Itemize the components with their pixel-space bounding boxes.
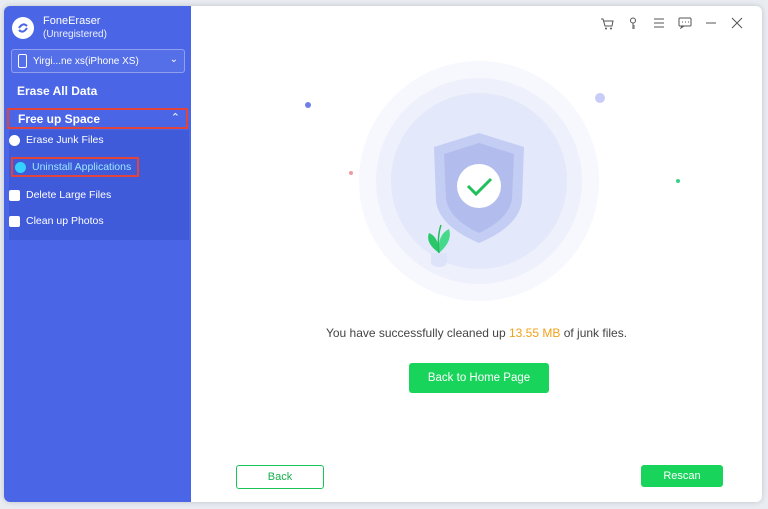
brand: FoneEraser (Unregistered) (12, 15, 107, 41)
chevron-up-icon: ⌃ (170, 112, 180, 124)
back-button[interactable]: Back (236, 465, 324, 489)
app-name: FoneEraser (43, 15, 101, 27)
decor-dot (676, 179, 680, 183)
sidebar: FoneEraser (Unregistered) Yirgi...ne xs(… (4, 6, 191, 502)
back-to-home-button[interactable]: Back to Home Page (409, 363, 549, 393)
chevron-down-icon: ⌄ (169, 54, 178, 65)
sidebar-item-erase-all-data[interactable]: Erase All Data (17, 84, 97, 98)
sidebar-item-label: Uninstall Applications (32, 161, 132, 173)
result-prefix: You have successfully cleaned up (325, 326, 506, 340)
rescan-button[interactable]: Rescan (641, 465, 723, 487)
device-selector[interactable]: Yirgi...ne xs(iPhone XS) ⌄ (11, 49, 185, 73)
sidebar-item-free-up-space[interactable]: Free up Space ⌃ (7, 108, 188, 129)
free-up-space-label: Free up Space (18, 111, 101, 126)
photo-icon (9, 215, 20, 227)
shield-success-illustration (359, 61, 599, 301)
app-store-icon (15, 161, 26, 173)
cleaned-size: 13.55 MB (508, 326, 561, 340)
sidebar-item-erase-junk-files[interactable]: Erase Junk Files (9, 134, 104, 146)
main-content: You have successfully cleaned up 13.55 M… (191, 6, 762, 502)
sidebar-item-label: Delete Large Files (26, 189, 112, 201)
sidebar-item-clean-up-photos[interactable]: Clean up Photos (9, 215, 104, 227)
app-window: FoneEraser (Unregistered) Yirgi...ne xs(… (4, 6, 762, 502)
result-suffix: of junk files. (563, 326, 628, 340)
registration-status: (Unregistered) (43, 29, 107, 40)
fone-eraser-logo-icon (12, 17, 34, 39)
sidebar-item-label: Erase Junk Files (26, 134, 104, 146)
result-message: You have successfully cleaned up 13.55 M… (191, 326, 762, 340)
file-icon (9, 189, 20, 201)
sidebar-item-label: Clean up Photos (26, 215, 104, 227)
sidebar-item-uninstall-applications[interactable]: Uninstall Applications (15, 161, 131, 173)
phone-icon (18, 54, 27, 68)
sidebar-item-delete-large-files[interactable]: Delete Large Files (9, 189, 111, 201)
device-label: Yirgi...ne xs(iPhone XS) (33, 55, 139, 67)
clock-icon (9, 134, 20, 146)
decor-dot (305, 102, 311, 108)
